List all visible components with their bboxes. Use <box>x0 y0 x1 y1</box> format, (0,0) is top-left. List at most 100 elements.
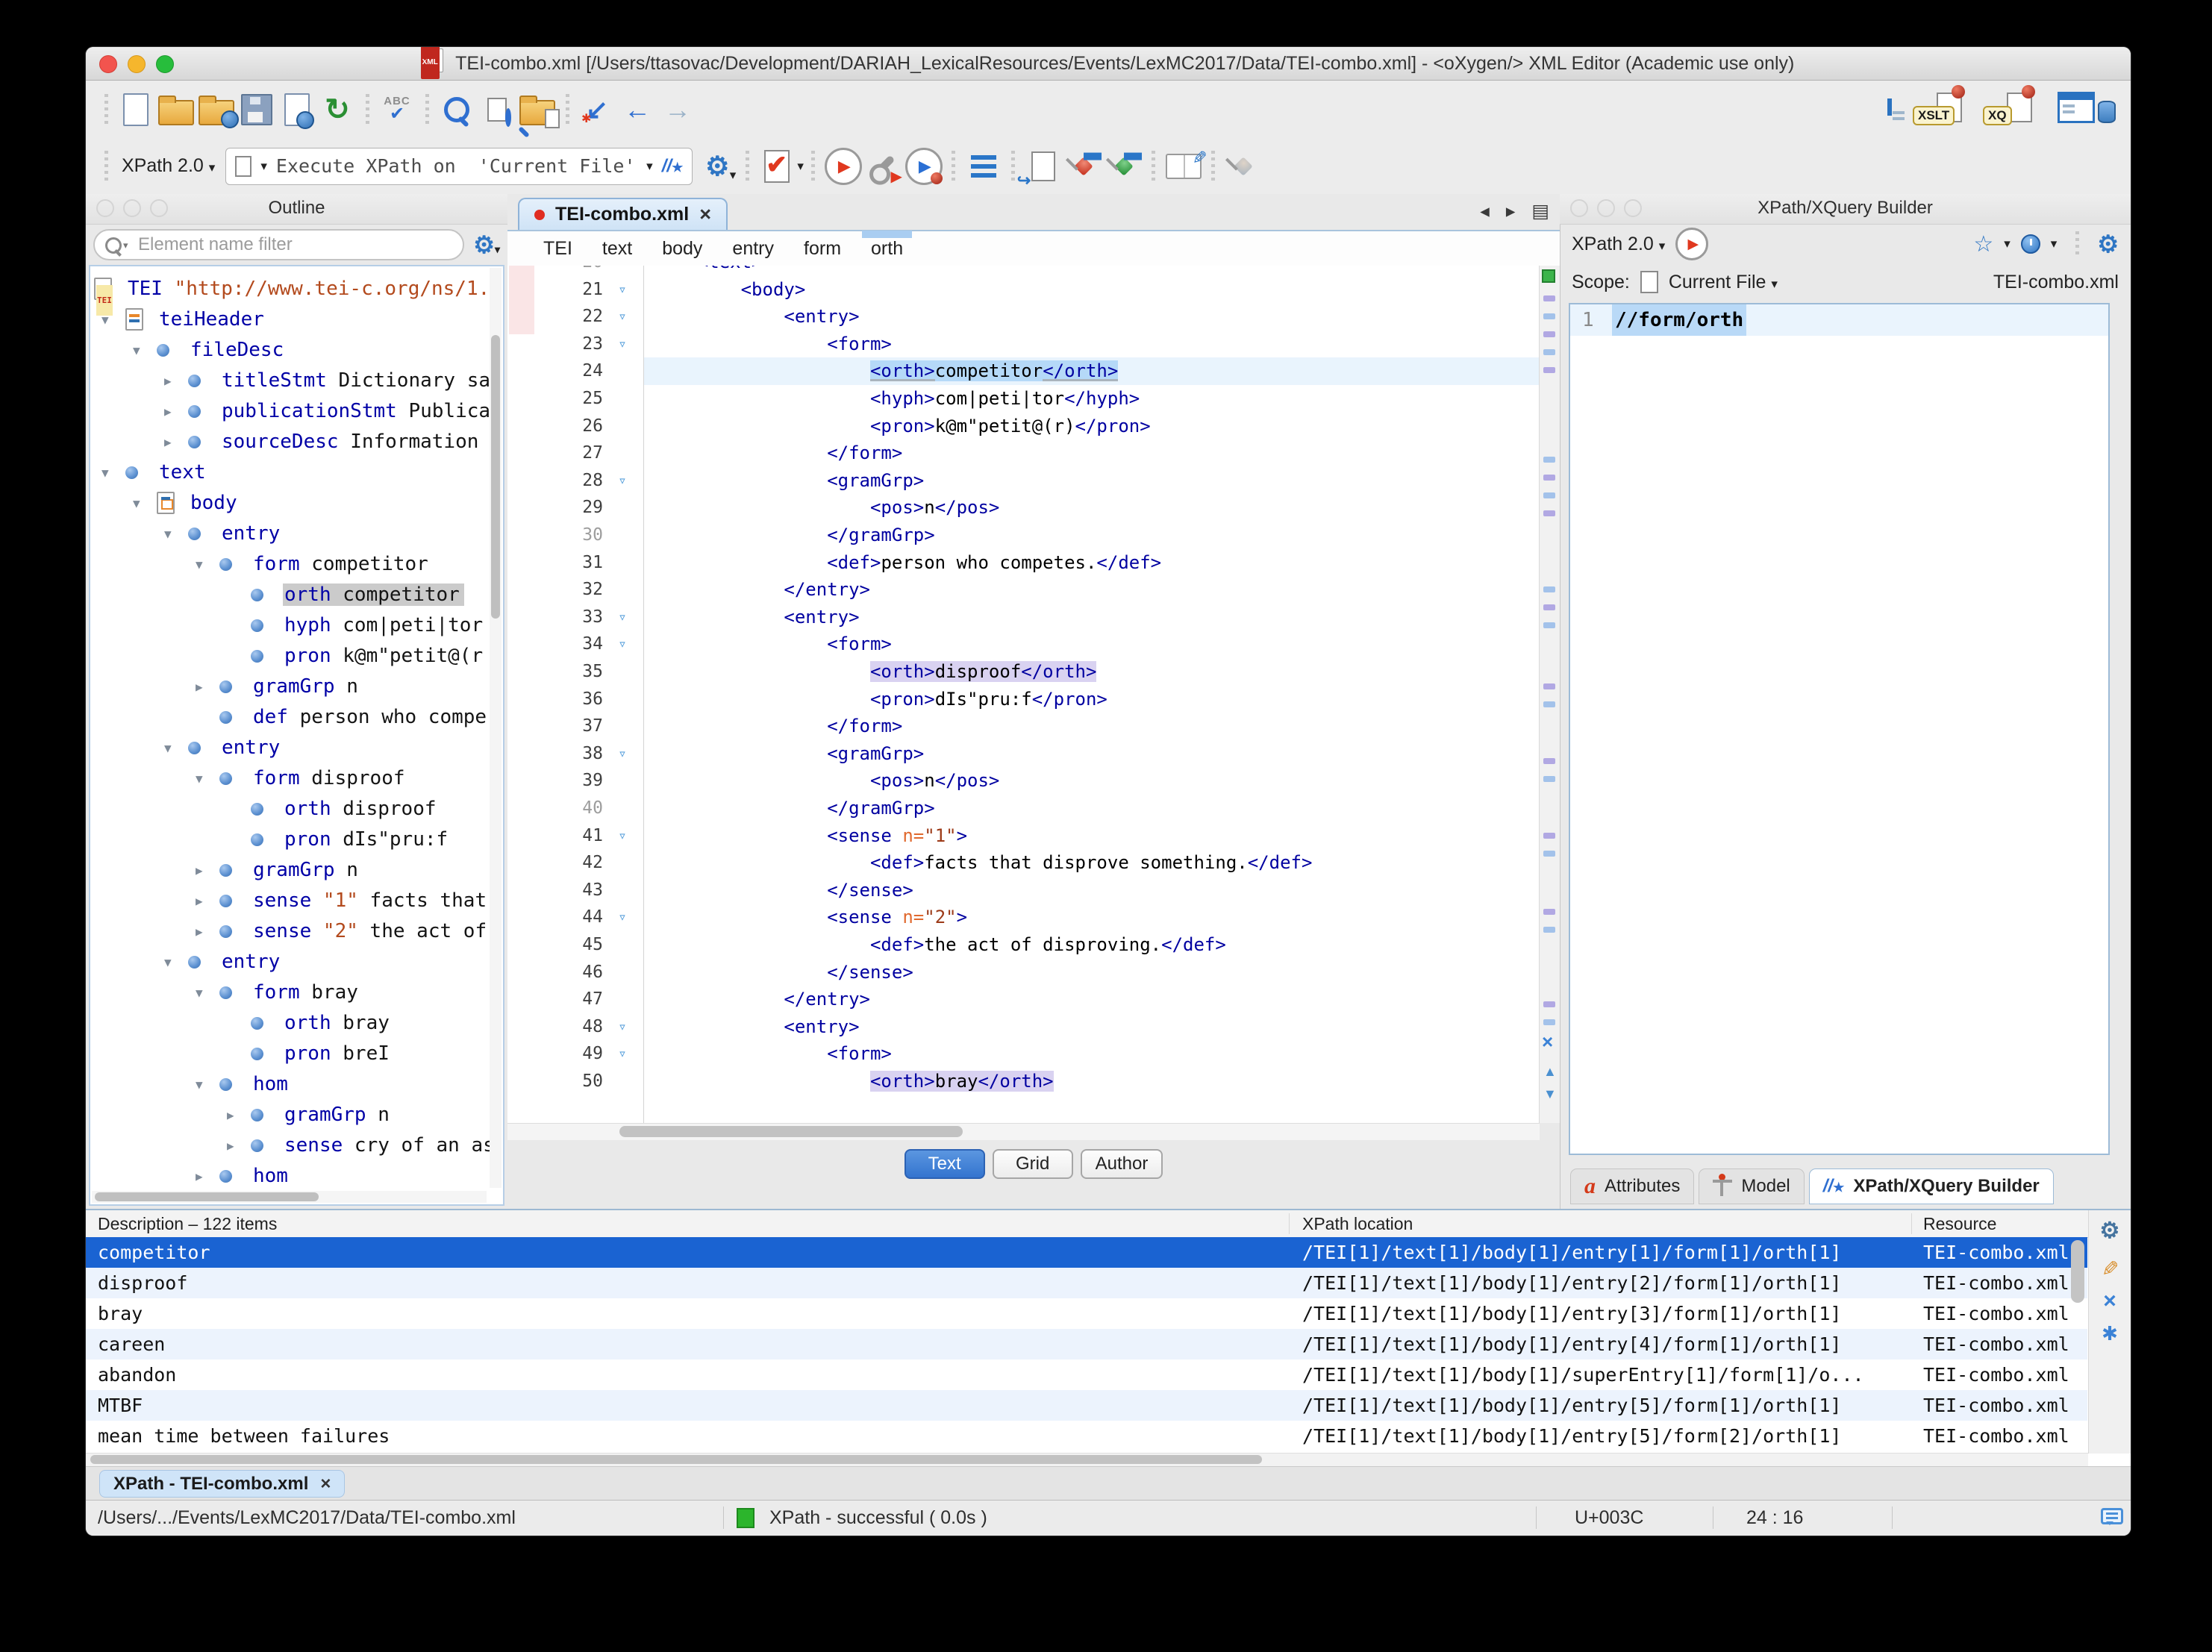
match-marker[interactable] <box>1543 776 1555 782</box>
expand-icon[interactable]: ▶ <box>227 1100 234 1130</box>
code-line-49[interactable]: 49▿ <form> <box>507 1040 1540 1068</box>
code-line-31[interactable]: 31 <def>person who competes.</def> <box>507 549 1540 577</box>
outline-settings-button[interactable]: ⚙▾ <box>473 231 500 259</box>
collapse-icon[interactable]: ▼ <box>196 977 203 1008</box>
history-button[interactable] <box>2021 234 2040 254</box>
create-pin-red-button[interactable] <box>1063 146 1104 187</box>
validate-button[interactable]: ✔ <box>757 146 797 187</box>
outline-node-entry[interactable]: ▼entry <box>90 947 503 977</box>
toolbar-grip[interactable] <box>423 94 431 125</box>
outline-node-pron[interactable]: pron dIs"pru:f <box>90 825 503 855</box>
spell-check-button[interactable]: ABC✔ <box>377 89 417 131</box>
overview-ruler[interactable]: × ▲ ▼ <box>1539 266 1560 1123</box>
apply-transformation-button[interactable]: ▶ <box>823 146 863 187</box>
collapse-icon[interactable]: ▼ <box>164 947 172 977</box>
outline-node-gramGrp[interactable]: ▶gramGrp n <box>90 1100 503 1130</box>
outline-node-orth[interactable]: orth competitor <box>90 580 503 610</box>
highlight-results-button[interactable]: ✎ <box>2098 1260 2122 1277</box>
view-button-author[interactable]: Author <box>1081 1149 1163 1179</box>
scroll-tabs-right-button[interactable]: ▸ <box>1506 200 1516 222</box>
fold-toggle-icon[interactable]: ▿ <box>609 1040 636 1068</box>
outline-node-sense[interactable]: ▶sense cry of an as <box>90 1130 503 1161</box>
tab-xpath-xquery-builder[interactable]: //★XPath/XQuery Builder <box>1809 1168 2054 1204</box>
toolbar-grip[interactable] <box>950 151 957 182</box>
result-row-MTBF[interactable]: MTBF/TEI[1]/text[1]/body[1]/entry[5]/for… <box>86 1390 2087 1421</box>
editor-horizontal-scrollbar[interactable] <box>507 1123 1540 1140</box>
tab-list-button[interactable]: ▤ <box>1531 200 1549 222</box>
close-tab-icon[interactable]: × <box>699 204 711 225</box>
outline-node-hyph[interactable]: hyph com|peti|tor <box>90 610 503 641</box>
clear-results-button[interactable]: × <box>2103 1292 2116 1310</box>
expand-icon[interactable]: ▶ <box>196 672 203 702</box>
xpath-version-dropdown[interactable]: XPath 2.0 ▾ <box>122 155 215 177</box>
outline-node-orth[interactable]: orth disproof <box>90 794 503 825</box>
expand-icon[interactable]: ▶ <box>164 396 172 427</box>
code-line-23[interactable]: 23▿ <form> <box>507 331 1540 358</box>
find-replace-button[interactable] <box>437 89 477 131</box>
editor-tab-tei-combo[interactable]: TEI-combo.xml × <box>518 198 728 230</box>
match-marker[interactable] <box>1543 331 1555 337</box>
outline-node-gramGrp[interactable]: ▶gramGrp n <box>90 855 503 886</box>
code-line-38[interactable]: 38▿ <gramGrp> <box>507 740 1540 768</box>
view-button-grid[interactable]: Grid <box>993 1149 1073 1179</box>
outline-node-hom[interactable]: ▼hom <box>90 1069 503 1100</box>
match-marker[interactable] <box>1543 295 1555 301</box>
save-button[interactable] <box>237 89 277 131</box>
code-line-44[interactable]: 44▿ <sense n="2"> <box>507 904 1540 931</box>
toolbar-grip[interactable] <box>1210 151 1217 182</box>
open-button[interactable] <box>156 89 196 131</box>
outline-node-pron[interactable]: pron breI <box>90 1039 503 1069</box>
tab-model[interactable]: Model <box>1699 1168 1804 1204</box>
fold-toggle-icon[interactable]: ▿ <box>609 904 636 931</box>
fold-toggle-icon[interactable]: ▿ <box>609 303 636 331</box>
toolbar-grip[interactable] <box>1010 151 1017 182</box>
code-line-39[interactable]: 39 <pos>n</pos> <box>507 767 1540 795</box>
outline-node-teiHeader[interactable]: ▼teiHeader <box>90 304 503 335</box>
debug-scenario-button[interactable]: ▶ <box>904 146 944 187</box>
code-line-46[interactable]: 46 </sense> <box>507 959 1540 986</box>
code-line-24[interactable]: 24 <orth>competitor</orth> <box>507 357 1540 385</box>
match-marker[interactable] <box>1543 833 1555 839</box>
close-tab-icon[interactable]: × <box>320 1475 331 1493</box>
open-find-resource-button[interactable] <box>517 89 557 131</box>
result-row-careen[interactable]: careen/TEI[1]/text[1]/body[1]/entry[4]/f… <box>86 1329 2087 1360</box>
minimize-window-button[interactable] <box>128 55 146 73</box>
collapse-icon[interactable]: ▼ <box>133 335 140 366</box>
outline-node-entry[interactable]: ▼entry <box>90 519 503 549</box>
go-to-last-edit-button[interactable]: ↙✱ <box>577 89 617 131</box>
find-in-files-button[interactable] <box>477 89 517 131</box>
xquery-debugger-button[interactable]: XQ <box>1987 91 2032 124</box>
outline-node-text[interactable]: ▼text <box>90 457 503 488</box>
toolbar-grip[interactable] <box>743 151 751 182</box>
code-line-21[interactable]: 21▿ <body> <box>507 276 1540 304</box>
outline-node-gramGrp[interactable]: ▶gramGrp n <box>90 672 503 702</box>
code-line-35[interactable]: 35 <orth>disproof</orth> <box>507 658 1540 686</box>
fold-toggle-icon[interactable]: ▿ <box>609 604 636 631</box>
code-line-41[interactable]: 41▿ <sense n="1"> <box>507 822 1540 850</box>
reload-button[interactable]: ↻ <box>317 89 357 131</box>
outline-node-form[interactable]: ▼form competitor <box>90 549 503 580</box>
element-name-filter-input[interactable] <box>93 229 464 260</box>
collapse-icon[interactable]: ▼ <box>196 1069 203 1100</box>
expand-icon[interactable]: ▶ <box>227 1130 234 1161</box>
code-line-45[interactable]: 45 <def>the act of disproving.</def> <box>507 931 1540 959</box>
toolbar-grip[interactable] <box>363 94 371 125</box>
code-line-33[interactable]: 33▿ <entry> <box>507 604 1540 631</box>
previous-match-icon[interactable]: ▲ <box>1543 1065 1557 1078</box>
fold-toggle-icon[interactable]: ▿ <box>609 276 636 304</box>
code-line-29[interactable]: 29 <pos>n</pos> <box>507 494 1540 522</box>
breadcrumb-item-TEI[interactable]: TEI <box>543 238 572 260</box>
associate-schema-button[interactable] <box>1023 146 1063 187</box>
expand-icon[interactable]: ▶ <box>196 886 203 916</box>
code-line-26[interactable]: 26 <pron>k@m"petit@(r)</pron> <box>507 413 1540 440</box>
save-to-url-button[interactable] <box>277 89 317 131</box>
code-line-40[interactable]: 40 </gramGrp> <box>507 795 1540 822</box>
collapse-icon[interactable]: ▼ <box>101 304 109 335</box>
execute-xpath-button[interactable]: ▶ <box>1675 228 1708 260</box>
code-editor[interactable]: 20▿ <text>21▿ <body>22▿ <entry>23▿ <form… <box>507 266 1540 1123</box>
xslt-debugger-button[interactable]: XSLT <box>1917 91 1962 124</box>
match-marker[interactable] <box>1543 1001 1555 1007</box>
breadcrumb-item-orth[interactable]: orth <box>871 238 903 260</box>
match-marker[interactable] <box>1543 758 1555 764</box>
code-line-32[interactable]: 32 </entry> <box>507 576 1540 604</box>
